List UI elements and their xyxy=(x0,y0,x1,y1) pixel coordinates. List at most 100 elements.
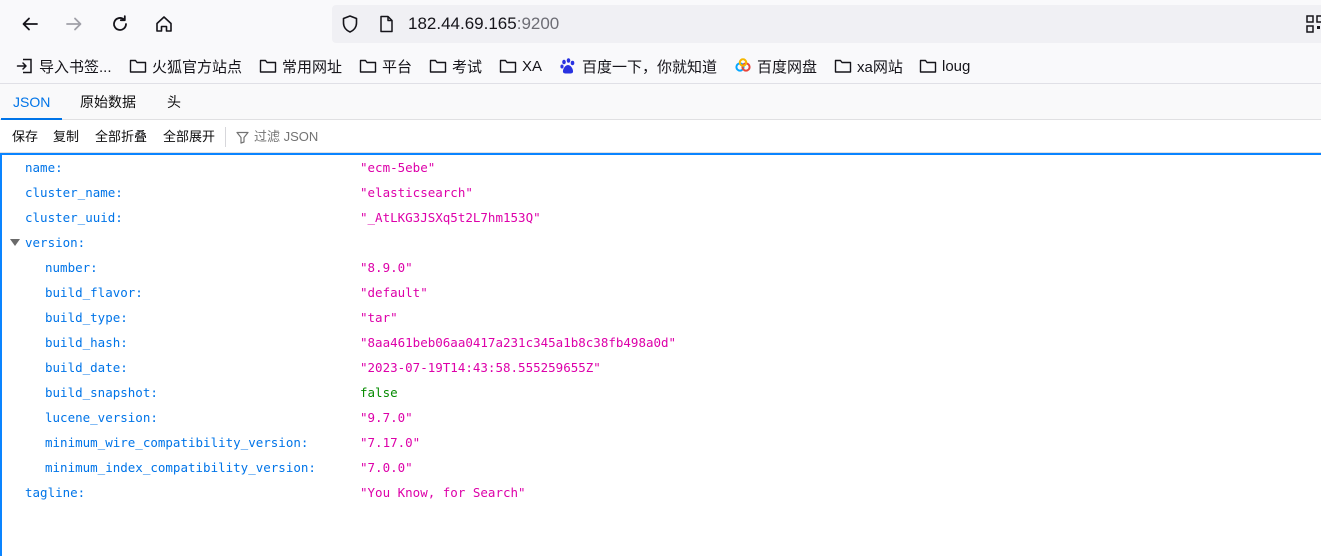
baidu-icon xyxy=(560,58,575,74)
collapse-all-button[interactable]: 全部折叠 xyxy=(95,129,147,145)
bookmark-label: xa网站 xyxy=(857,58,903,76)
json-key: cluster_uuid: xyxy=(25,210,123,225)
json-row[interactable]: build_snapshot: false xyxy=(2,380,1302,405)
baidu-netdisk-icon xyxy=(735,58,751,72)
json-row[interactable]: name: "ecm-5ebe" xyxy=(2,155,1302,180)
back-button[interactable] xyxy=(14,8,46,40)
json-toolbar: 保存 复制 全部折叠 全部展开 过滤 JSON xyxy=(0,121,1321,153)
expand-toggle-icon[interactable] xyxy=(10,239,20,246)
json-value: "8.9.0" xyxy=(360,260,413,275)
json-value: "7.0.0" xyxy=(360,460,413,475)
bookmark-label: 导入书签... xyxy=(39,58,112,76)
forward-button[interactable] xyxy=(58,8,90,40)
save-button[interactable]: 保存 xyxy=(12,129,38,145)
json-row[interactable]: tagline: "You Know, for Search" xyxy=(2,480,1302,505)
json-tree: name: "ecm-5ebe" cluster_name: "elasticsear… xyxy=(0,153,1321,556)
json-row[interactable]: cluster_name: "elasticsearch" xyxy=(2,180,1302,205)
url-host: 182.44.69.165 xyxy=(408,14,517,33)
json-key: tagline: xyxy=(25,485,86,500)
bookmark-label: XA xyxy=(522,57,543,75)
json-value: "ecm-5ebe" xyxy=(360,160,436,175)
json-row[interactable]: build_flavor: "default" xyxy=(2,280,1302,305)
json-row[interactable]: lucene_version: "9.7.0" xyxy=(2,405,1302,430)
json-key: cluster_name: xyxy=(25,185,123,200)
bookmark-label: loug xyxy=(942,57,971,75)
bookmark-label: 百度网盘 xyxy=(757,58,818,76)
json-value: "tar" xyxy=(360,310,398,325)
bookmark-label: 常用网址 xyxy=(282,58,343,76)
json-key: build_snapshot: xyxy=(45,385,158,400)
bookmark-import[interactable]: 导入书签... xyxy=(16,56,112,76)
bookmark-baidu[interactable]: 百度一下，你就知道 xyxy=(559,56,717,76)
import-icon xyxy=(16,58,32,74)
folder-icon xyxy=(919,59,937,73)
tab-headers[interactable]: 头 xyxy=(167,84,181,120)
address-bar[interactable]: 182.44.69.165:9200 xyxy=(332,5,1321,43)
bookmark-folder-firefox[interactable]: 火狐官方站点 xyxy=(129,56,242,76)
bookmark-folder-loug[interactable]: loug xyxy=(919,56,970,76)
json-row[interactable]: minimum_index_compatibility_version: "7.0… xyxy=(2,455,1302,480)
json-row[interactable]: number: "8.9.0" xyxy=(2,255,1302,280)
folder-icon xyxy=(129,59,147,73)
home-icon xyxy=(156,16,172,32)
folder-icon xyxy=(499,59,517,73)
bookmark-label: 百度一下，你就知道 xyxy=(582,58,718,76)
json-value: "elasticsearch" xyxy=(360,185,473,200)
home-button[interactable] xyxy=(148,8,180,40)
bookmark-label: 火狐官方站点 xyxy=(152,58,243,76)
json-row[interactable]: build_type: "tar" xyxy=(2,305,1302,330)
bookmark-folder-xa[interactable]: XA xyxy=(499,56,542,76)
shield-icon[interactable] xyxy=(340,14,360,34)
json-key: number: xyxy=(45,260,98,275)
json-value: "_AtLKG3JSXq5t2L7hm153Q" xyxy=(360,210,541,225)
json-row[interactable]: build_hash: "8aa461beb06aa0417a231c345a1b… xyxy=(2,330,1302,355)
json-key: build_flavor: xyxy=(45,285,143,300)
json-row[interactable]: version: xyxy=(2,230,1302,255)
json-value: false xyxy=(360,385,398,400)
json-key: build_date: xyxy=(45,360,128,375)
json-value: "7.17.0" xyxy=(360,435,421,450)
json-value: "2023-07-19T14:43:58.555259655Z" xyxy=(360,360,601,375)
bookmark-baidu-netdisk[interactable]: 百度网盘 xyxy=(734,56,817,76)
copy-button[interactable]: 复制 xyxy=(53,129,79,145)
page-icon[interactable] xyxy=(376,14,396,34)
json-row[interactable]: build_date: "2023-07-19T14:43:58.55525965… xyxy=(2,355,1302,380)
json-key: minimum_index_compatibility_version: xyxy=(45,460,316,475)
url-text[interactable]: 182.44.69.165:9200 xyxy=(408,14,559,34)
expand-all-button[interactable]: 全部展开 xyxy=(163,129,215,145)
bookmark-folder-common[interactable]: 常用网址 xyxy=(259,56,342,76)
json-row[interactable]: cluster_uuid: "_AtLKG3JSXq5t2L7hm153Q" xyxy=(2,205,1302,230)
viewer-tabs: JSON 原始数据 头 xyxy=(0,84,1321,120)
folder-icon xyxy=(259,59,277,73)
json-value: "You Know, for Search" xyxy=(360,485,526,500)
json-row[interactable]: minimum_wire_compatibility_version: "7.17… xyxy=(2,430,1302,455)
bookmark-label: 平台 xyxy=(382,58,413,76)
bookmark-folder-xa-sites[interactable]: xa网站 xyxy=(834,56,903,76)
json-key: minimum_wire_compatibility_version: xyxy=(45,435,309,450)
json-value: "8aa461beb06aa0417a231c345a1b8c38fb498a0… xyxy=(360,335,677,350)
filter-icon xyxy=(236,131,249,144)
tab-json[interactable]: JSON xyxy=(0,84,63,120)
folder-icon xyxy=(429,59,447,73)
reload-icon xyxy=(113,15,127,31)
json-key: build_type: xyxy=(45,310,128,325)
url-port: :9200 xyxy=(516,14,560,33)
qr-code-icon[interactable] xyxy=(1306,15,1321,33)
toolbar-divider xyxy=(225,127,226,147)
bookmark-folder-platform[interactable]: 平台 xyxy=(359,56,412,76)
json-key: name: xyxy=(25,160,63,175)
navigation-bar: 182.44.69.165:9200 xyxy=(0,0,1321,48)
filter-placeholder: 过滤 JSON xyxy=(254,129,319,144)
folder-icon xyxy=(834,59,852,73)
json-value: "9.7.0" xyxy=(360,410,413,425)
filter-json-input[interactable]: 过滤 JSON xyxy=(236,129,318,145)
arrow-right-icon xyxy=(66,17,82,31)
reload-button[interactable] xyxy=(104,8,136,40)
json-value: "default" xyxy=(360,285,428,300)
tab-raw-data[interactable]: 原始数据 xyxy=(80,84,136,120)
json-key: version: xyxy=(25,235,86,250)
bookmarks-toolbar: 导入书签... 火狐官方站点 常用网址 平台 考试 XA 百度一下，你就知道 百… xyxy=(0,48,1321,84)
bookmark-label: 考试 xyxy=(452,58,483,76)
arrow-left-icon xyxy=(22,17,38,31)
bookmark-folder-exam[interactable]: 考试 xyxy=(429,56,482,76)
